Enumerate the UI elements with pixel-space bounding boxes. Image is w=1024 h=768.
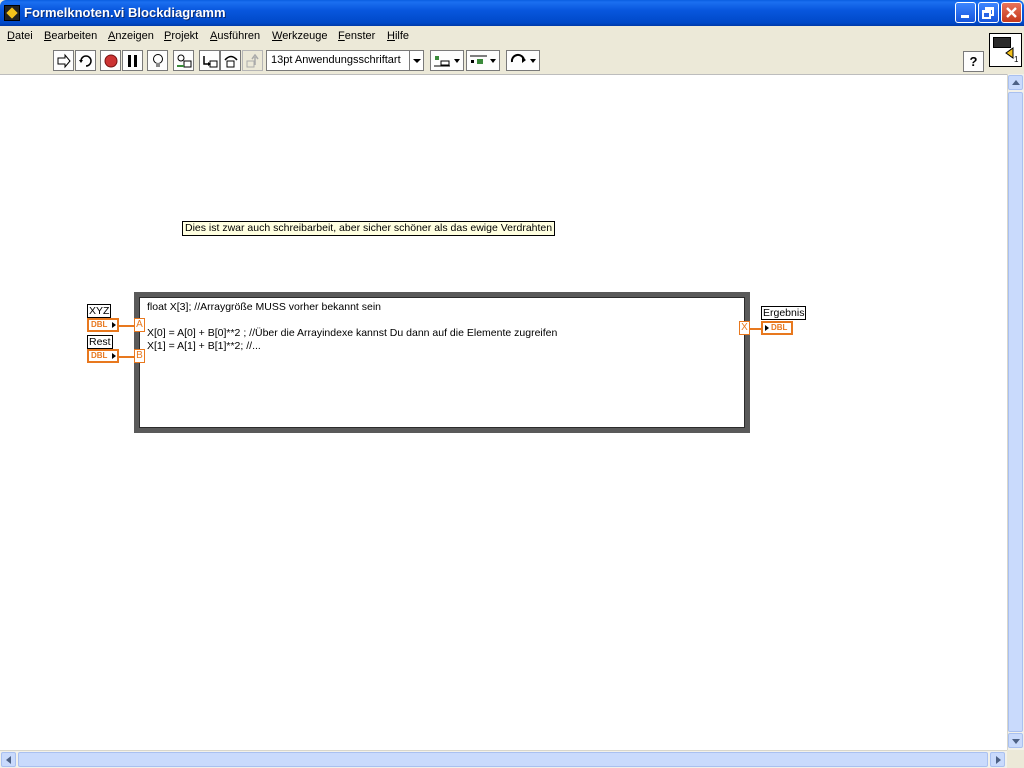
pause-button[interactable] bbox=[122, 50, 143, 71]
formula-code[interactable]: float X[3]; //Arraygröße MUSS vorher bek… bbox=[147, 301, 557, 353]
formula-line: X[0] = A[0] + B[0]**2 ; //Über die Array… bbox=[147, 327, 558, 339]
arrow-down-icon bbox=[1012, 739, 1020, 744]
restore-icon-front bbox=[982, 10, 991, 19]
menu-bearbeiten[interactable]: Bearbeiten bbox=[44, 30, 97, 42]
diagram-comment[interactable]: Dies ist zwar auch schreibarbeit, aber s… bbox=[182, 221, 556, 236]
formula-input-a[interactable]: A bbox=[134, 318, 145, 332]
reorder-icon bbox=[510, 53, 526, 63]
step-over-button[interactable] bbox=[220, 50, 241, 71]
step-over-icon bbox=[224, 55, 238, 68]
align-objects-button[interactable] bbox=[430, 50, 464, 71]
vi-connector-label: 1 bbox=[1014, 55, 1019, 64]
close-button[interactable] bbox=[1001, 2, 1022, 23]
output-terminal-ergebnis[interactable]: DBL bbox=[761, 321, 793, 335]
formula-line: X[1] = A[1] + B[1]**2; //... bbox=[147, 340, 261, 352]
menu-bar: Datei Bearbeiten Anzeigen Projekt Ausfüh… bbox=[0, 26, 1024, 47]
input-terminal-xyz[interactable]: DBL bbox=[87, 318, 119, 332]
menu-fenster[interactable]: Fenster bbox=[338, 30, 375, 42]
stop-icon bbox=[104, 54, 118, 68]
menu-ausfuehren[interactable]: Ausführen bbox=[210, 30, 260, 42]
menu-datei[interactable]: Datei bbox=[7, 30, 33, 42]
probe-icon bbox=[177, 54, 192, 68]
scroll-left-button[interactable] bbox=[1, 752, 16, 767]
menu-projekt[interactable]: Projekt bbox=[164, 30, 198, 42]
arrow-right-icon bbox=[996, 756, 1001, 764]
labview-app-icon[interactable] bbox=[4, 5, 20, 21]
run-continuously-icon bbox=[79, 55, 92, 67]
step-out-button[interactable] bbox=[242, 50, 263, 71]
distribute-objects-icon bbox=[470, 55, 487, 64]
run-continuously-button[interactable] bbox=[75, 50, 96, 71]
vi-connector-pane-icon[interactable]: 1 bbox=[989, 33, 1022, 67]
scroll-down-button[interactable] bbox=[1008, 733, 1023, 748]
run-arrow-icon bbox=[57, 53, 71, 69]
step-into-icon bbox=[203, 56, 218, 68]
scroll-right-button[interactable] bbox=[990, 752, 1005, 767]
formula-line: float X[3]; //Arraygröße MUSS vorher bek… bbox=[147, 301, 382, 313]
align-objects-icon bbox=[434, 56, 450, 67]
horizontal-scrollbar[interactable] bbox=[0, 750, 1007, 768]
pause-icon bbox=[128, 55, 137, 67]
vertical-scroll-thumb[interactable] bbox=[1008, 92, 1023, 732]
scroll-up-button[interactable] bbox=[1008, 75, 1023, 90]
distribute-objects-button[interactable] bbox=[466, 50, 500, 71]
font-select[interactable]: 13pt Anwendungsschriftart bbox=[266, 50, 424, 71]
reorder-button[interactable] bbox=[506, 50, 540, 71]
wire-xyz-to-a[interactable] bbox=[119, 325, 135, 327]
restore-button[interactable] bbox=[978, 2, 999, 23]
menu-anzeigen[interactable]: Anzeigen bbox=[108, 30, 154, 42]
wire-rest-to-b[interactable] bbox=[119, 356, 135, 358]
font-select-value: 13pt Anwendungsschriftart bbox=[271, 54, 401, 66]
menu-hilfe[interactable]: Hilfe bbox=[387, 30, 409, 42]
minimize-button[interactable] bbox=[955, 2, 976, 23]
horizontal-scroll-thumb[interactable] bbox=[18, 752, 988, 767]
window-title: Formelknoten.vi Blockdiagramm bbox=[24, 5, 226, 20]
lightbulb-icon bbox=[153, 54, 163, 67]
scrollbar-corner bbox=[1007, 750, 1024, 768]
minimize-icon bbox=[961, 15, 969, 18]
menu-werkzeuge[interactable]: Werkzeuge bbox=[272, 30, 327, 42]
formula-output-x[interactable]: X bbox=[739, 321, 750, 335]
input-label-xyz[interactable]: XYZ bbox=[87, 304, 112, 318]
formula-line bbox=[147, 314, 557, 327]
formula-input-b[interactable]: B bbox=[134, 349, 145, 363]
toolbar: 13pt Anwendungsschriftart bbox=[0, 47, 990, 74]
step-out-icon bbox=[246, 53, 259, 68]
formula-node[interactable]: float X[3]; //Arraygröße MUSS vorher bek… bbox=[134, 292, 750, 433]
run-button[interactable] bbox=[53, 50, 74, 71]
arrow-up-icon bbox=[1012, 80, 1020, 85]
arrow-left-icon bbox=[6, 756, 11, 764]
abort-button[interactable] bbox=[100, 50, 121, 71]
chevron-down-icon bbox=[409, 51, 423, 70]
output-label-ergebnis[interactable]: Ergebnis bbox=[761, 306, 807, 320]
input-terminal-rest[interactable]: DBL bbox=[87, 349, 119, 363]
input-label-rest[interactable]: Rest bbox=[87, 335, 113, 349]
close-icon bbox=[1006, 7, 1017, 18]
retain-wire-values-button[interactable] bbox=[173, 50, 194, 71]
title-bar[interactable]: Formelknoten.vi Blockdiagramm bbox=[0, 0, 1024, 26]
context-help-button[interactable]: ? bbox=[963, 51, 984, 72]
vertical-scrollbar[interactable] bbox=[1007, 74, 1024, 750]
highlight-execution-button[interactable] bbox=[147, 50, 168, 71]
step-into-button[interactable] bbox=[199, 50, 220, 71]
